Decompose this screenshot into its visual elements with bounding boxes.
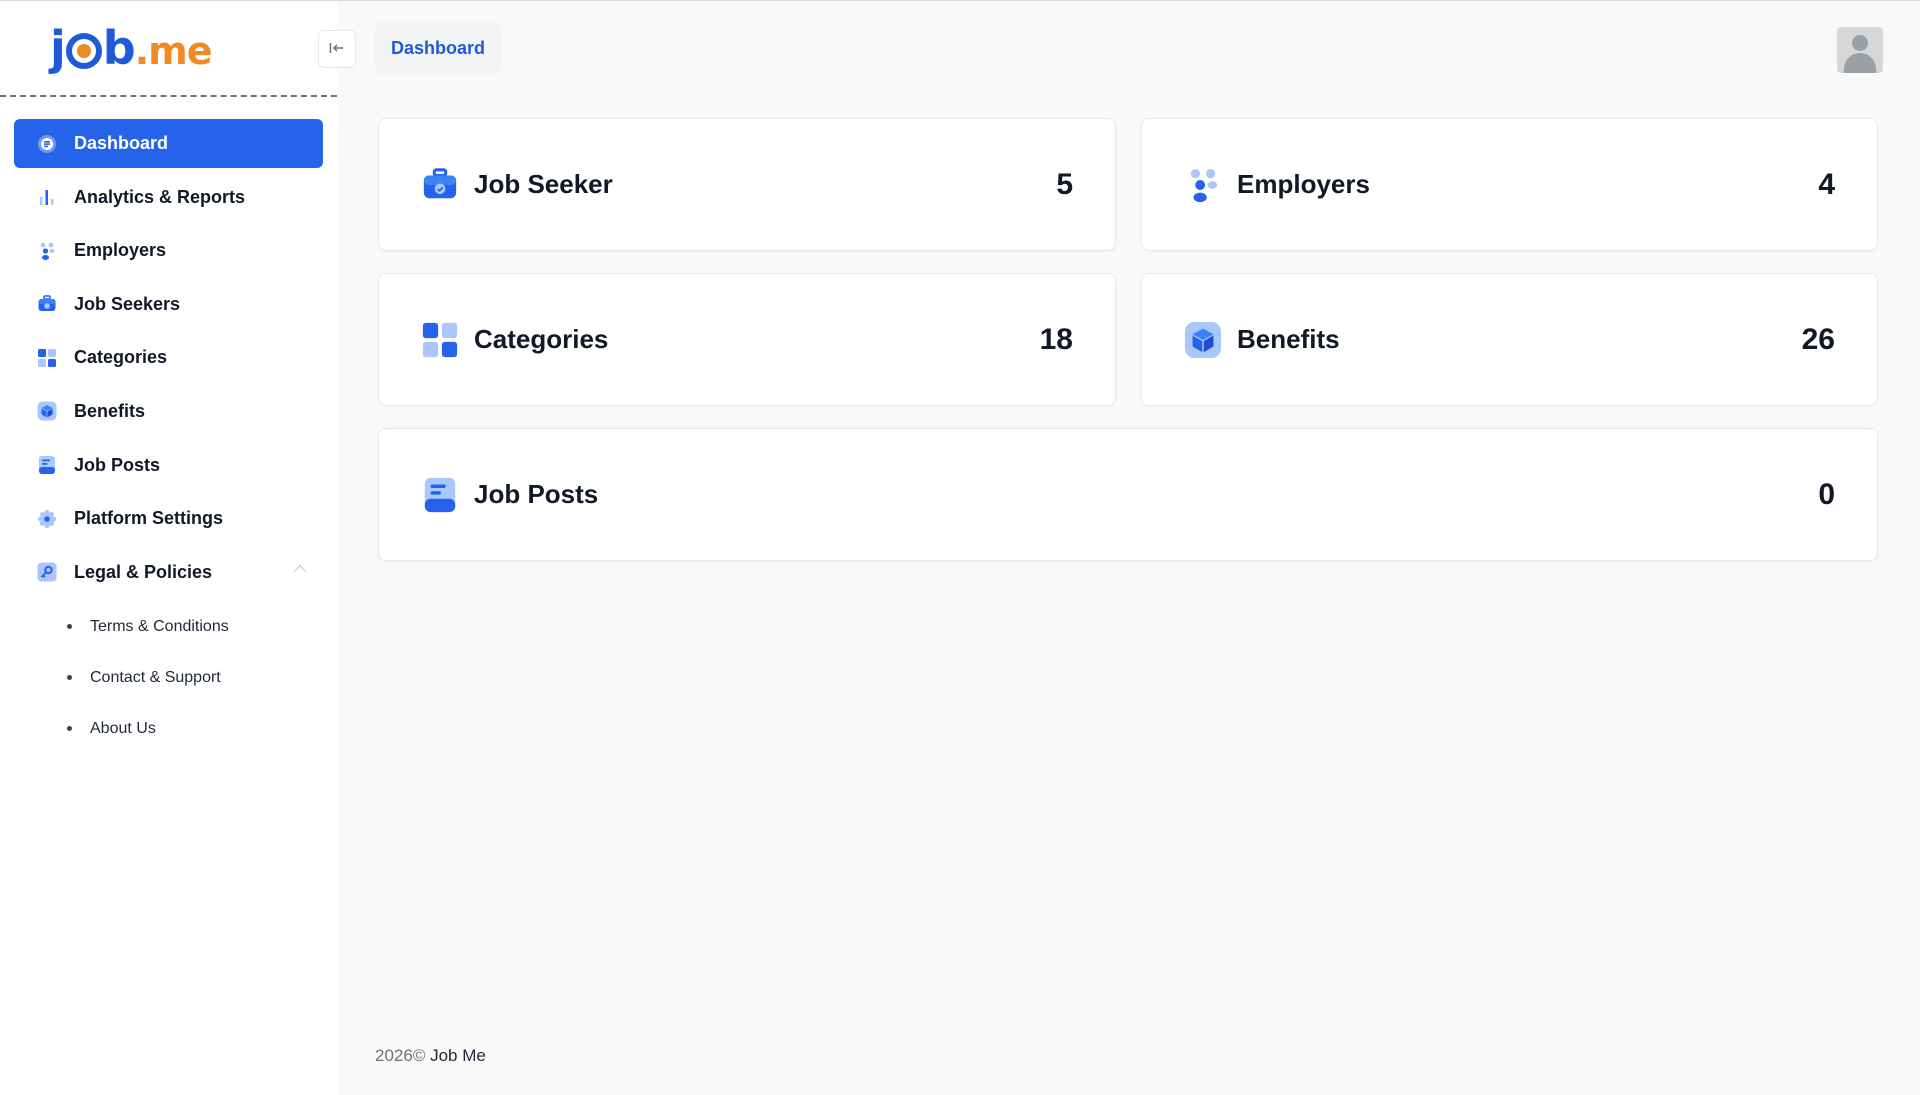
bullet-icon — [67, 624, 72, 630]
key-icon — [36, 561, 58, 583]
sidebar-subitem-contact-support[interactable]: Contact & Support — [14, 652, 323, 703]
logo-person-icon — [65, 33, 102, 69]
sidebar-subitem-label: About Us — [90, 719, 156, 737]
sidebar-nav: Dashboard Analytics & Reports Employers … — [0, 97, 337, 754]
sidebar-item-legal-policies[interactable]: Legal & Policies — [14, 548, 323, 597]
arrow-left-to-line-icon — [329, 41, 345, 58]
sidebar-item-label: Categories — [74, 347, 168, 368]
user-avatar[interactable] — [1837, 27, 1883, 73]
grid-icon — [421, 321, 459, 359]
sidebar-subitem-label: Contact & Support — [90, 668, 221, 686]
sidebar-item-label: Platform Settings — [74, 508, 224, 529]
people-icon — [1184, 166, 1222, 204]
sidebar-item-job-posts[interactable]: Job Posts — [14, 441, 323, 490]
sidebar-item-employers[interactable]: Employers — [14, 226, 323, 275]
gear-icon — [36, 508, 58, 530]
sidebar-collapse-button[interactable] — [318, 30, 356, 68]
avatar-shoulders — [1844, 53, 1876, 73]
sidebar-subitem-label: Terms & Conditions — [90, 617, 229, 635]
people-icon — [36, 240, 58, 262]
stat-card-job-seeker[interactable]: Job Seeker 5 — [378, 118, 1116, 251]
logo-letter-j: j — [50, 21, 66, 75]
bullet-icon — [67, 726, 72, 732]
document-icon — [36, 454, 58, 476]
sidebar-item-label: Dashboard — [74, 133, 169, 153]
dashboard-icon — [36, 133, 58, 155]
sidebar-item-platform-settings[interactable]: Platform Settings — [14, 494, 323, 543]
job-me-logo[interactable]: j b .me — [50, 21, 213, 75]
sidebar-subitem-terms-conditions[interactable]: Terms & Conditions — [14, 601, 323, 652]
logo-area: j b .me — [0, 1, 337, 97]
stat-card-job-posts[interactable]: Job Posts 0 — [378, 428, 1878, 561]
sidebar-subitem-about-us[interactable]: About Us — [14, 703, 323, 754]
sidebar-item-label: Job Posts — [74, 454, 161, 475]
briefcase-icon — [36, 293, 58, 315]
card-value: 4 — [1818, 167, 1835, 201]
sidebar-item-dashboard[interactable]: Dashboard — [14, 119, 323, 168]
card-value: 26 — [1801, 322, 1835, 356]
logo-suffix: .me — [134, 29, 213, 73]
card-value: 18 — [1039, 322, 1073, 356]
cube-icon — [1184, 321, 1222, 359]
sidebar-item-label: Analytics & Reports — [74, 186, 246, 207]
grid-icon — [36, 347, 58, 369]
card-label: Categories — [474, 324, 609, 354]
footer: 2026© Job Me — [375, 1046, 486, 1066]
card-label: Benefits — [1237, 324, 1340, 354]
stat-card-employers[interactable]: Employers 4 — [1141, 118, 1878, 251]
card-label: Employers — [1237, 169, 1370, 199]
sidebar-item-categories[interactable]: Categories — [14, 333, 323, 382]
sidebar-item-label: Benefits — [74, 400, 146, 421]
footer-brand: Job Me — [430, 1046, 486, 1065]
sidebar-item-analytics-reports[interactable]: Analytics & Reports — [14, 173, 323, 222]
chevron-up-icon[interactable] — [292, 564, 308, 579]
briefcase-icon — [421, 166, 459, 204]
cube-icon — [36, 400, 58, 422]
bar-chart-icon — [36, 186, 58, 208]
avatar-head — [1852, 35, 1868, 51]
logo-letter-b: b — [102, 21, 136, 75]
card-value: 5 — [1056, 167, 1073, 201]
stat-card-benefits[interactable]: Benefits 26 — [1141, 273, 1878, 406]
footer-year: 2026© — [375, 1046, 426, 1065]
card-value: 0 — [1818, 477, 1835, 511]
breadcrumb-dashboard[interactable]: Dashboard — [375, 21, 502, 75]
bullet-icon — [67, 675, 72, 681]
card-label: Job Seeker — [474, 169, 613, 199]
document-icon — [421, 476, 459, 514]
sidebar-item-label: Legal & Policies — [74, 561, 213, 582]
sidebar-item-benefits[interactable]: Benefits — [14, 387, 323, 436]
stat-card-categories[interactable]: Categories 18 — [378, 273, 1116, 406]
sidebar-item-label: Employers — [74, 240, 167, 261]
sidebar: j b .me Dashboard Analytics & Reports Em… — [0, 1, 337, 1095]
card-label: Job Posts — [474, 479, 599, 509]
sidebar-item-job-seekers[interactable]: Job Seekers — [14, 280, 323, 329]
sidebar-item-label: Job Seekers — [74, 293, 181, 314]
